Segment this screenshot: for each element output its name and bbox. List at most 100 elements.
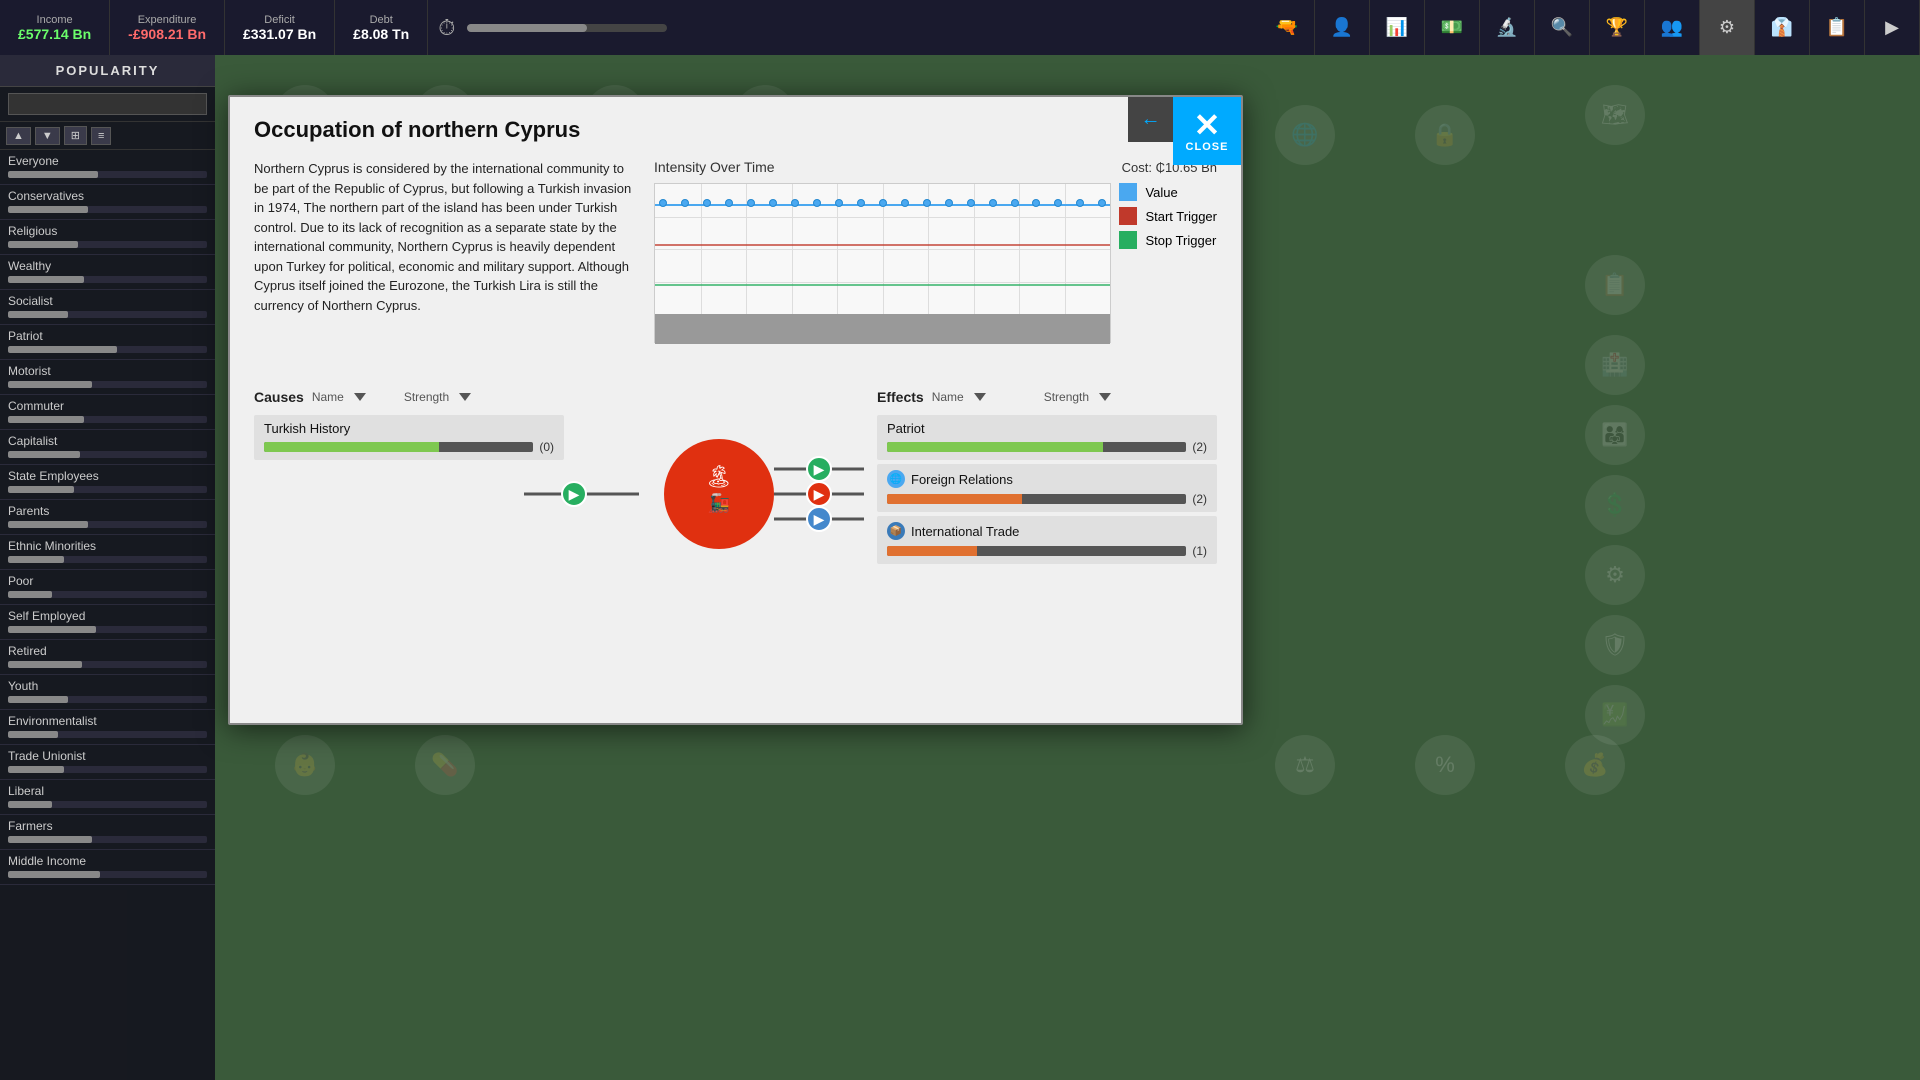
patriot-bar-fill xyxy=(887,442,1103,452)
pop-item-name: Everyone xyxy=(8,154,207,168)
ctrl-up-btn[interactable]: ▲ xyxy=(6,127,31,145)
chart-dot xyxy=(923,199,931,207)
cause-bar-fill xyxy=(264,442,439,452)
chart-dot xyxy=(835,199,843,207)
pop-bar-fill xyxy=(8,871,100,878)
pop-item-name: Capitalist xyxy=(8,434,207,448)
sidebar: POPULARITY ▲ ▼ ⊞ ≡ Everyone Conservative… xyxy=(0,55,215,1080)
close-button[interactable]: ✕ CLOSE xyxy=(1173,97,1241,165)
bg-icon-18: 🏥 xyxy=(1585,335,1645,395)
chart-footer xyxy=(655,314,1110,344)
nav-play-icon[interactable]: ▶ xyxy=(1865,0,1920,55)
nav-users-icon[interactable]: 👥 xyxy=(1645,0,1700,55)
close-x-icon: ✕ xyxy=(1194,109,1221,141)
sidebar-search-input[interactable] xyxy=(8,93,207,115)
pop-bar-bg xyxy=(8,836,207,843)
pop-item-name: Conservatives xyxy=(8,189,207,203)
pop-bar-fill xyxy=(8,766,64,773)
chart-dot xyxy=(967,199,975,207)
bg-icon-11: 🔒 xyxy=(1415,105,1475,165)
nav-doc-icon[interactable]: 📋 xyxy=(1810,0,1865,55)
pop-item-retired: Retired xyxy=(0,640,215,675)
cause-item-turkish-history: Turkish History (0) xyxy=(254,415,564,460)
ctrl-list-btn[interactable]: ≡ xyxy=(91,127,111,145)
nav-people-icon[interactable]: 👤 xyxy=(1315,0,1370,55)
pop-item-name: Retired xyxy=(8,644,207,658)
sidebar-search-area xyxy=(0,87,215,122)
pop-item-commuter: Commuter xyxy=(0,395,215,430)
legend-stop-label: Stop Trigger xyxy=(1145,233,1216,248)
topbar: Income £577.14 Bn Expenditure -£908.21 B… xyxy=(0,0,1920,55)
pop-bar-bg xyxy=(8,766,207,773)
back-button[interactable]: ← xyxy=(1128,97,1173,142)
nav-settings-icon[interactable]: ⚙ xyxy=(1700,0,1755,55)
pop-bar-fill xyxy=(8,381,92,388)
legend-color-blue xyxy=(1119,183,1137,201)
bg-icon-17: 📋 xyxy=(1585,255,1645,315)
nav-search-icon[interactable]: 🔍 xyxy=(1535,0,1590,55)
nav-icons: 🔫 👤 📊 💵 🔬 🔍 🏆 👥 ⚙ 👔 📋 ▶ xyxy=(1260,0,1920,55)
causes-name-col: Name xyxy=(312,390,344,404)
chart-dot xyxy=(879,199,887,207)
pop-bar-fill xyxy=(8,556,64,563)
pop-item-conservatives: Conservatives xyxy=(0,185,215,220)
nav-money-icon[interactable]: 💵 xyxy=(1425,0,1480,55)
pop-bar-fill xyxy=(8,241,78,248)
ctrl-grid-btn[interactable]: ⊞ xyxy=(64,126,87,145)
pop-item-name: Commuter xyxy=(8,399,207,413)
chart-dot xyxy=(659,199,667,207)
pop-bar-bg xyxy=(8,661,207,668)
causes-name-sort-icon[interactable] xyxy=(354,393,366,401)
pop-bar-bg xyxy=(8,171,207,178)
legend-value: Value xyxy=(1119,183,1217,201)
cause-bar-row: (0) xyxy=(264,440,554,454)
pop-item-trade-unionist: Trade Unionist xyxy=(0,745,215,780)
nav-science-icon[interactable]: 🔬 xyxy=(1480,0,1535,55)
ctrl-down-btn[interactable]: ▼ xyxy=(35,127,60,145)
debt-label: Debt xyxy=(370,14,393,26)
nav-chart-icon[interactable]: 📊 xyxy=(1370,0,1425,55)
chart-dot xyxy=(989,199,997,207)
clock-area: ⏱ xyxy=(428,15,1260,41)
causes-strength-col: Strength xyxy=(404,390,449,404)
pop-bar-bg xyxy=(8,241,207,248)
pop-bar-fill xyxy=(8,731,58,738)
modal-chart-area: Intensity Over Time Cost: ₵10.65 Bn xyxy=(654,159,1217,359)
time-progress xyxy=(467,24,667,32)
chart-grid xyxy=(655,184,1110,314)
effects-name-sort-icon[interactable] xyxy=(974,393,986,401)
pop-bar-bg xyxy=(8,871,207,878)
pop-bar-fill xyxy=(8,626,96,633)
bg-icon-9: 💰 xyxy=(1565,735,1625,795)
foreign-bar-fill xyxy=(887,494,1022,504)
debt-stat: Debt £8.08 Tn xyxy=(335,0,428,55)
pop-bar-bg xyxy=(8,486,207,493)
deficit-stat: Deficit £331.07 Bn xyxy=(225,0,335,55)
chart-container xyxy=(654,183,1111,343)
nav-trophy-icon[interactable]: 🏆 xyxy=(1590,0,1645,55)
clock-icon: ⏱ xyxy=(438,15,455,41)
chart-dot xyxy=(945,199,953,207)
pop-bar-bg xyxy=(8,591,207,598)
modal-title: Occupation of northern Cyprus xyxy=(254,117,1217,143)
pop-item-self-employed: Self Employed xyxy=(0,605,215,640)
pop-bar-bg xyxy=(8,521,207,528)
chart-dot xyxy=(1032,199,1040,207)
pop-bar-fill xyxy=(8,346,117,353)
bg-icon-12: 👨‍👩‍👧 xyxy=(1585,405,1645,465)
svg-text:▶: ▶ xyxy=(814,511,825,527)
svg-text:▶: ▶ xyxy=(569,486,580,502)
trade-bar-bg xyxy=(887,546,1186,556)
income-stat: Income £577.14 Bn xyxy=(0,0,110,55)
effects-title: Effects xyxy=(877,389,924,405)
causes-strength-sort-icon[interactable] xyxy=(459,393,471,401)
effects-strength-col: Strength xyxy=(1044,390,1089,404)
chart-dot xyxy=(681,199,689,207)
nav-profile-icon[interactable]: 👔 xyxy=(1755,0,1810,55)
pop-bar-bg xyxy=(8,416,207,423)
expenditure-label: Expenditure xyxy=(138,14,197,26)
effects-strength-sort-icon[interactable] xyxy=(1099,393,1111,401)
pop-item-capitalist: Capitalist xyxy=(0,430,215,465)
nav-military-icon[interactable]: 🔫 xyxy=(1260,0,1315,55)
pop-item-name: Environmentalist xyxy=(8,714,207,728)
